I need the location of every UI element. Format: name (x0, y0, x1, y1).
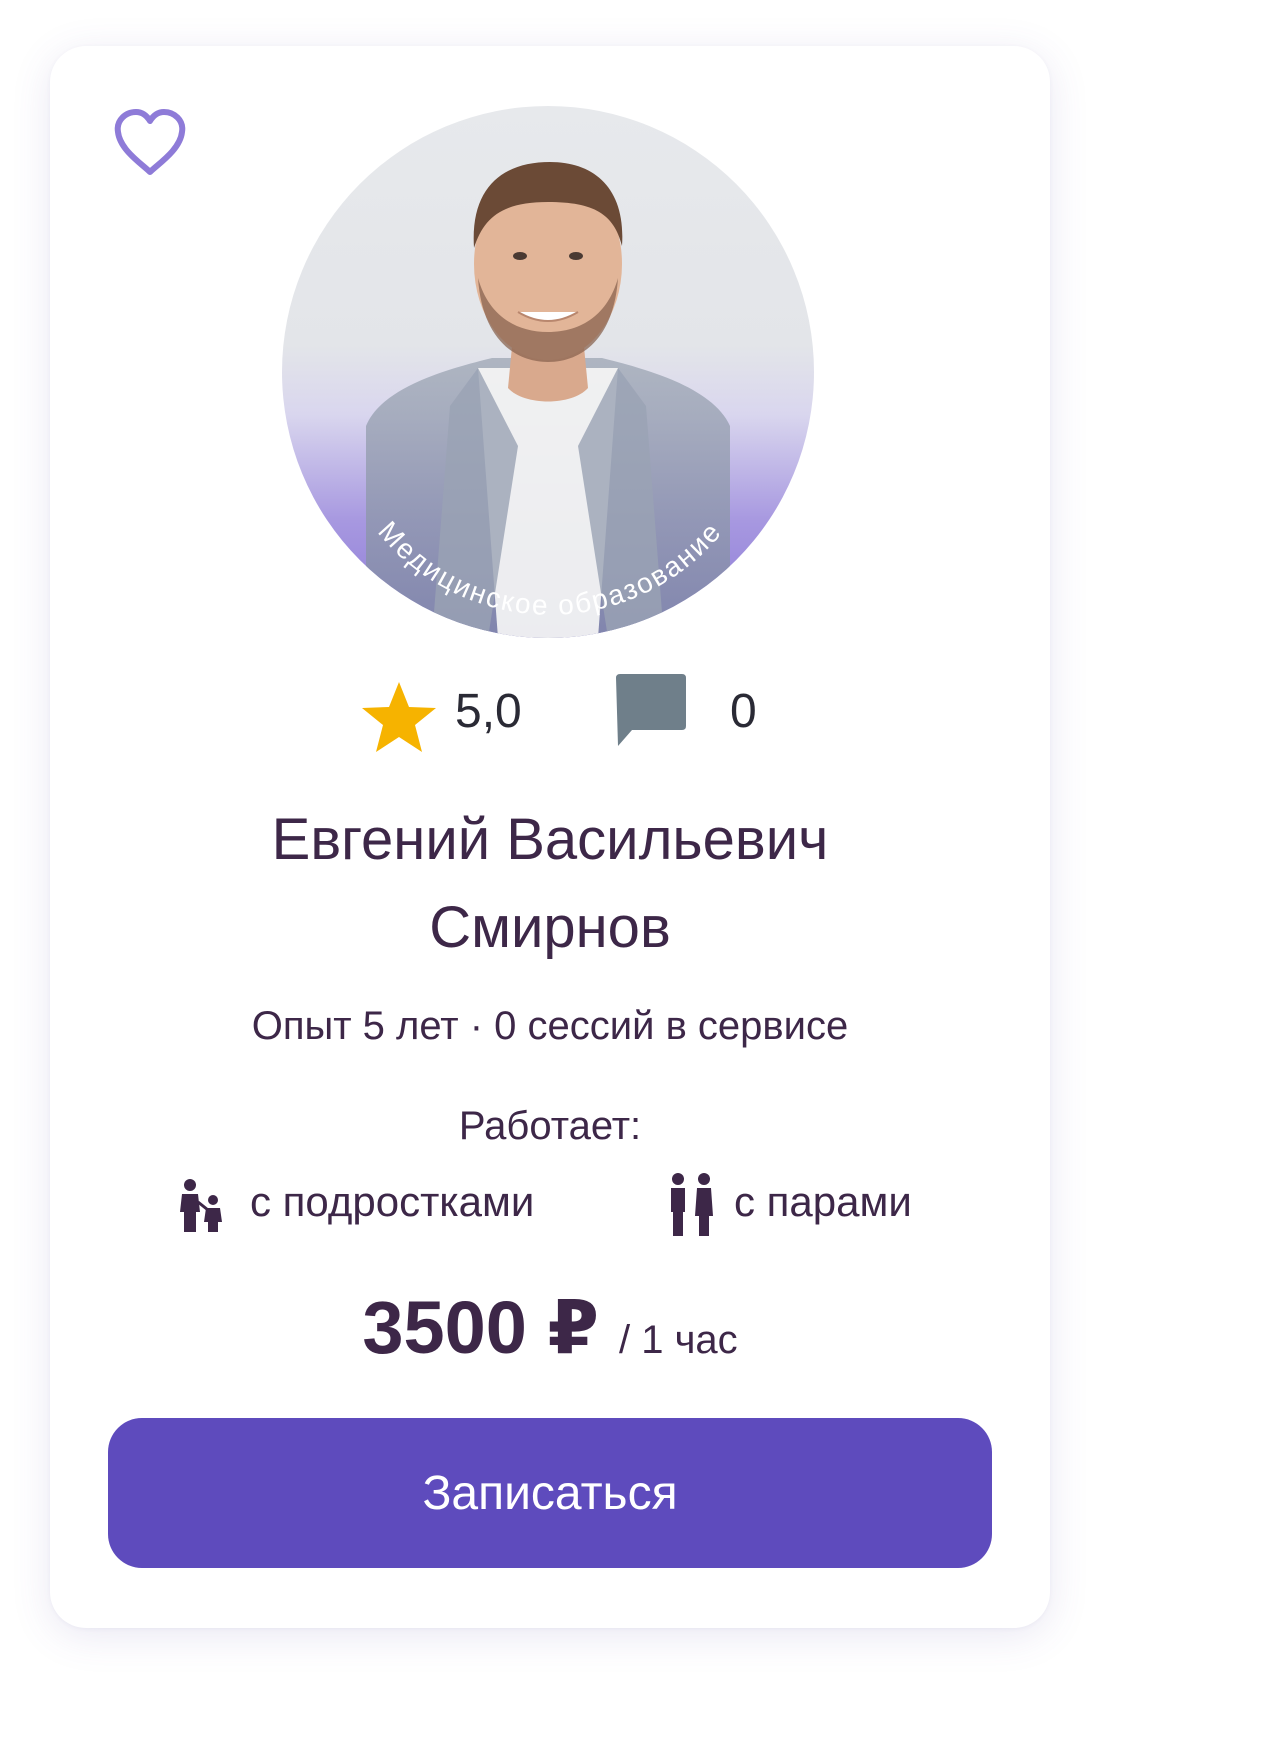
star-icon (362, 682, 436, 752)
reviews-count: 0 (730, 685, 757, 738)
specialist-name: Евгений Васильевич Смирнов (50, 796, 1050, 972)
parent-teen-icon (180, 1179, 222, 1232)
name-line-1: Евгений Васильевич (271, 807, 829, 872)
experience-text: Опыт 5 лет · 0 сессий в сервисе (251, 1004, 849, 1048)
works-with-couples: с парами (734, 1178, 912, 1225)
couple-icon (671, 1173, 713, 1236)
specialist-card: Медицинское образование 5,0 0 Евгений Ва… (50, 46, 1050, 1628)
avatar: Медицинское образование (282, 106, 814, 638)
works-with-row: с подростками с парами (50, 1168, 1050, 1238)
price-value: 3500 ₽ (362, 1286, 599, 1369)
book-button[interactable]: Записаться (108, 1418, 992, 1568)
price-row: 3500 ₽ / 1 час (50, 1278, 1050, 1390)
stats-row: 5,0 0 (50, 666, 1050, 756)
comment-icon (616, 674, 686, 746)
works-title: Работает: (458, 1104, 642, 1148)
favorite-heart-icon[interactable] (112, 108, 188, 178)
works-with-teens: с подростками (250, 1178, 535, 1225)
price-unit: / 1 час (619, 1318, 738, 1362)
name-line-2: Смирнов (429, 895, 671, 960)
rating-value: 5,0 (455, 685, 522, 738)
